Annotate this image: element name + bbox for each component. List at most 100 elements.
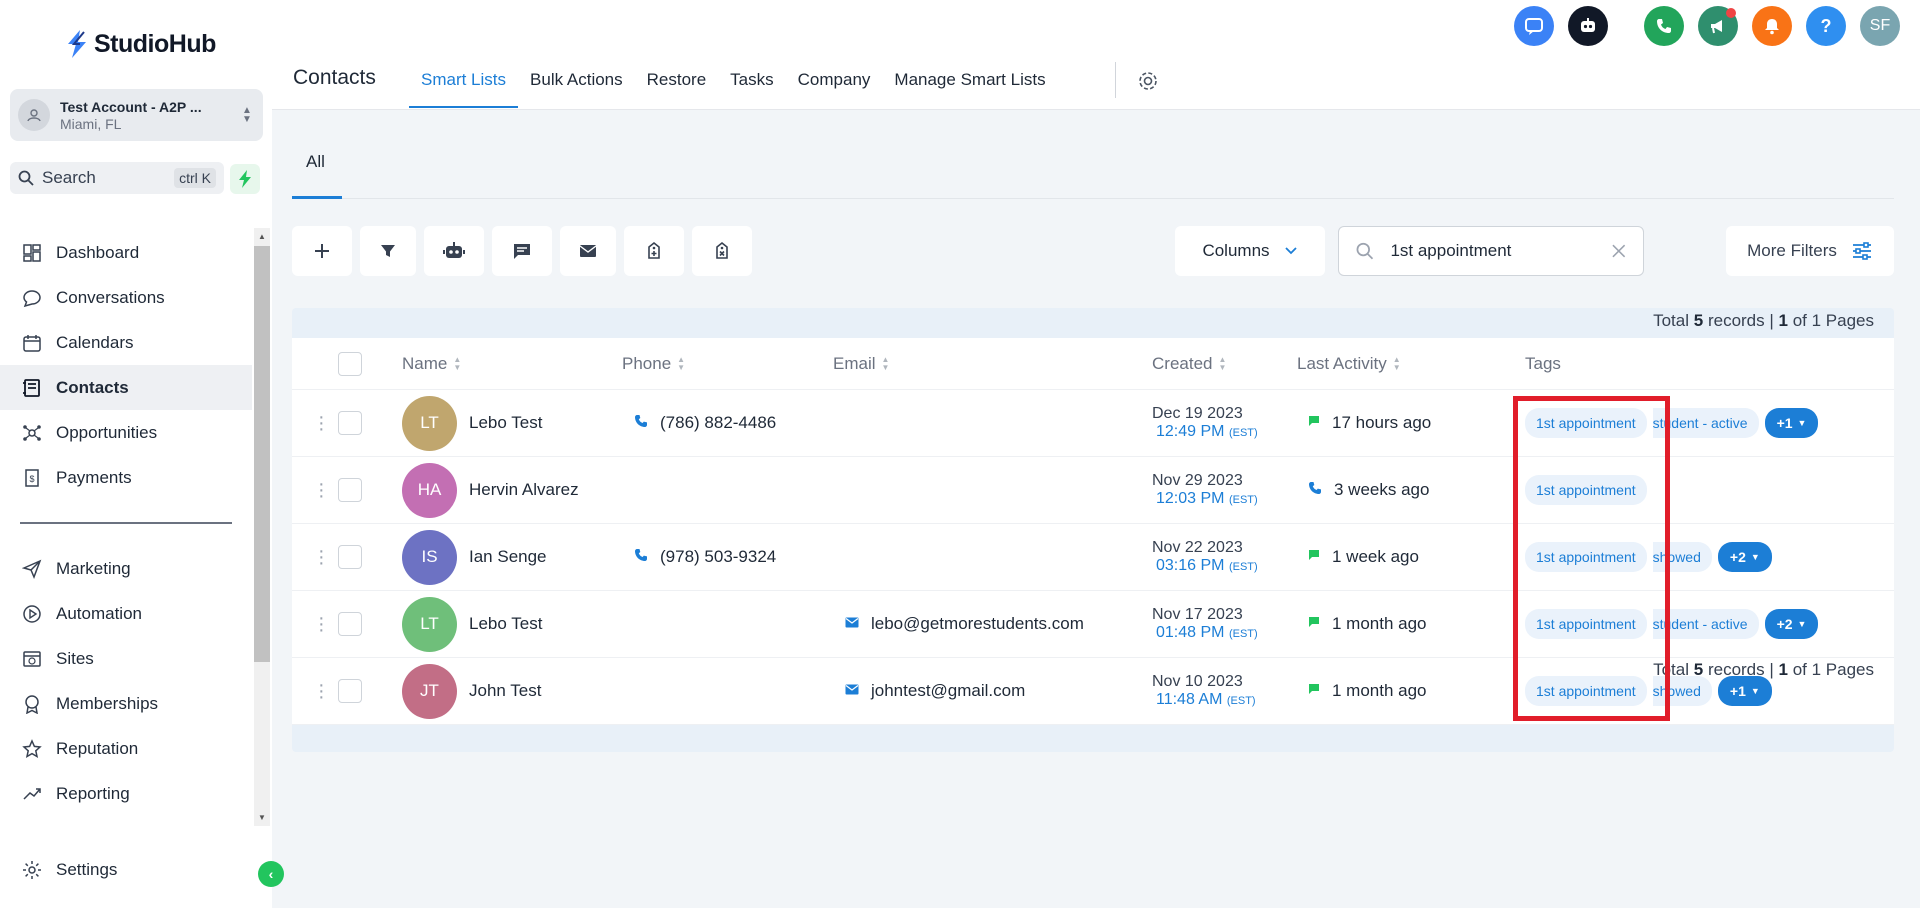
phone-button[interactable] xyxy=(1644,6,1684,46)
user-avatar[interactable]: SF xyxy=(1860,6,1900,46)
remove-tag-button[interactable] xyxy=(692,226,752,276)
contact-name-cell[interactable]: JT John Test xyxy=(402,663,541,719)
sidebar-item-opportunities[interactable]: Opportunities xyxy=(0,410,252,455)
phone-cell[interactable]: (786) 882-4486 xyxy=(634,413,776,433)
sidebar-item-automation[interactable]: Automation xyxy=(0,591,252,636)
more-filters-button[interactable]: More Filters xyxy=(1726,226,1894,276)
sidebar-item-contacts[interactable]: Contacts xyxy=(0,365,252,410)
sidebar-scrollbar[interactable]: ▲ ▼ xyxy=(254,228,270,826)
contact-name-cell[interactable]: LT Lebo Test xyxy=(402,596,542,652)
created-time: 01:48 PM xyxy=(1156,624,1225,641)
row-actions-menu[interactable]: · · · xyxy=(318,541,325,573)
sidebar-item-reporting[interactable]: Reporting xyxy=(0,771,252,816)
contacts-settings-button[interactable] xyxy=(1136,69,1160,98)
sidebar-item-memberships[interactable]: Memberships xyxy=(0,681,252,726)
row-checkbox[interactable] xyxy=(338,612,362,636)
contact-name[interactable]: Ian Senge xyxy=(469,547,547,567)
tag-badge[interactable]: 1st appointment xyxy=(1525,408,1647,438)
contact-name[interactable]: Lebo Test xyxy=(469,614,542,634)
phone-cell[interactable]: (978) 503-9324 xyxy=(634,547,776,567)
more-tags-button[interactable]: +2 ▼ xyxy=(1717,542,1772,572)
sidebar-item-dashboard[interactable]: Dashboard xyxy=(0,230,252,275)
collapse-sidebar-button[interactable]: ‹ xyxy=(258,861,284,887)
sort-icon: ▲ ▼ xyxy=(453,354,462,372)
tag-badge[interactable]: showed xyxy=(1652,676,1712,706)
table-row[interactable]: · · · HA Hervin Alvarez Nov 29 2023 12:03 PM (… xyxy=(292,457,1894,524)
sidebar-item-payments[interactable]: $ Payments xyxy=(0,455,252,500)
clear-icon[interactable] xyxy=(1611,243,1627,259)
row-checkbox[interactable] xyxy=(338,478,362,502)
account-switcher[interactable]: Test Account - A2P ... Miami, FL ▲ ▼ xyxy=(10,89,263,141)
tab-tasks[interactable]: Tasks xyxy=(718,60,785,108)
scroll-up-icon[interactable]: ▲ xyxy=(258,232,266,241)
row-checkbox[interactable] xyxy=(338,679,362,703)
column-header-email[interactable]: Email ▲ ▼ xyxy=(833,354,889,374)
column-header-created[interactable]: Created ▲ ▼ xyxy=(1152,354,1226,374)
row-actions-menu[interactable]: · · · xyxy=(318,407,325,439)
sidebar-search[interactable]: Search ctrl K xyxy=(10,162,224,194)
tag-badge[interactable]: 1st appointment xyxy=(1525,676,1647,706)
tab-company[interactable]: Company xyxy=(786,60,883,108)
sidebar-item-settings[interactable]: Settings xyxy=(22,860,117,880)
quick-action-button[interactable] xyxy=(230,164,260,194)
row-actions-menu[interactable]: · · · xyxy=(318,675,325,707)
contact-name-cell[interactable]: LT Lebo Test xyxy=(402,395,542,451)
sidebar-item-conversations[interactable]: Conversations xyxy=(0,275,252,320)
contact-search-field[interactable] xyxy=(1338,226,1644,276)
more-tags-button[interactable]: +2 ▼ xyxy=(1764,609,1819,639)
scroll-down-icon[interactable]: ▼ xyxy=(258,813,266,822)
column-header-phone[interactable]: Phone ▲ ▼ xyxy=(622,354,685,374)
email-cell[interactable]: lebo@getmorestudents.com xyxy=(845,614,1084,634)
contact-name-cell[interactable]: HA Hervin Alvarez xyxy=(402,462,579,518)
send-email-button[interactable] xyxy=(560,226,616,276)
tab-bulk-actions[interactable]: Bulk Actions xyxy=(518,60,635,108)
tag-badge[interactable]: showed xyxy=(1652,542,1712,572)
contact-name[interactable]: Lebo Test xyxy=(469,413,542,433)
tag-badge[interactable]: 1st appointment xyxy=(1525,475,1647,505)
scroll-thumb[interactable] xyxy=(254,246,270,662)
tag-badge[interactable]: student - active xyxy=(1652,609,1759,639)
send-sms-button[interactable] xyxy=(492,226,552,276)
tag-badge[interactable]: student - active xyxy=(1652,408,1759,438)
tag-badge[interactable]: 1st appointment xyxy=(1525,542,1647,572)
row-checkbox[interactable] xyxy=(338,411,362,435)
add-contact-button[interactable] xyxy=(292,226,352,276)
more-tags-button[interactable]: +1 ▼ xyxy=(1717,676,1772,706)
announcements-button[interactable] xyxy=(1698,6,1738,46)
email-cell[interactable]: johntest@gmail.com xyxy=(845,681,1025,701)
more-tags-button[interactable]: +1 ▼ xyxy=(1764,408,1819,438)
sidebar-item-reputation[interactable]: Reputation xyxy=(0,726,252,771)
notifications-button[interactable] xyxy=(1752,6,1792,46)
table-row[interactable]: · · · LT Lebo Test lebo@getmorestudents.com No… xyxy=(292,591,1894,658)
chat-widget-button[interactable] xyxy=(1514,6,1554,46)
help-button[interactable]: ? xyxy=(1806,6,1846,46)
phone-icon xyxy=(634,414,648,433)
tab-manage-smart-lists[interactable]: Manage Smart Lists xyxy=(882,60,1057,108)
tab-smart-lists[interactable]: Smart Lists xyxy=(409,60,519,108)
row-checkbox[interactable] xyxy=(338,545,362,569)
sidebar-item-sites[interactable]: Sites xyxy=(0,636,252,681)
sidebar-item-marketing[interactable]: Marketing xyxy=(0,546,252,591)
column-header-last-activity[interactable]: Last Activity ▲ ▼ xyxy=(1297,354,1401,374)
column-header-name[interactable]: Name ▲ ▼ xyxy=(402,354,461,374)
tab-restore[interactable]: Restore xyxy=(635,60,719,108)
add-tag-button[interactable] xyxy=(624,226,684,276)
row-actions-menu[interactable]: · · · xyxy=(318,608,325,640)
contact-name[interactable]: Hervin Alvarez xyxy=(469,480,579,500)
contact-name-cell[interactable]: IS Ian Senge xyxy=(402,529,547,585)
brand-logo[interactable]: StudioHub xyxy=(64,26,216,62)
search-input[interactable] xyxy=(1390,241,1612,261)
row-actions-menu[interactable]: · · · xyxy=(318,474,325,506)
tag-badge[interactable]: 1st appointment xyxy=(1525,609,1647,639)
select-all-checkbox[interactable] xyxy=(338,351,362,376)
table-row[interactable]: · · · IS Ian Senge (978) 503-9324 Nov 22 2023 0… xyxy=(292,524,1894,591)
table-row[interactable]: · · · LT Lebo Test (786) 882-4486 Dec 19 2023 1… xyxy=(292,390,1894,457)
add-to-workflow-button[interactable] xyxy=(424,226,484,276)
contact-name[interactable]: John Test xyxy=(469,681,541,701)
columns-dropdown[interactable]: Columns xyxy=(1175,226,1325,276)
sidebar-item-calendars[interactable]: Calendars xyxy=(0,320,252,365)
filter-button[interactable] xyxy=(360,226,416,276)
created-cell: Nov 22 2023 03:16 PM (EST) xyxy=(1152,539,1258,575)
smartlist-tab-all[interactable]: All xyxy=(292,140,342,198)
ai-bot-button[interactable] xyxy=(1568,6,1608,46)
